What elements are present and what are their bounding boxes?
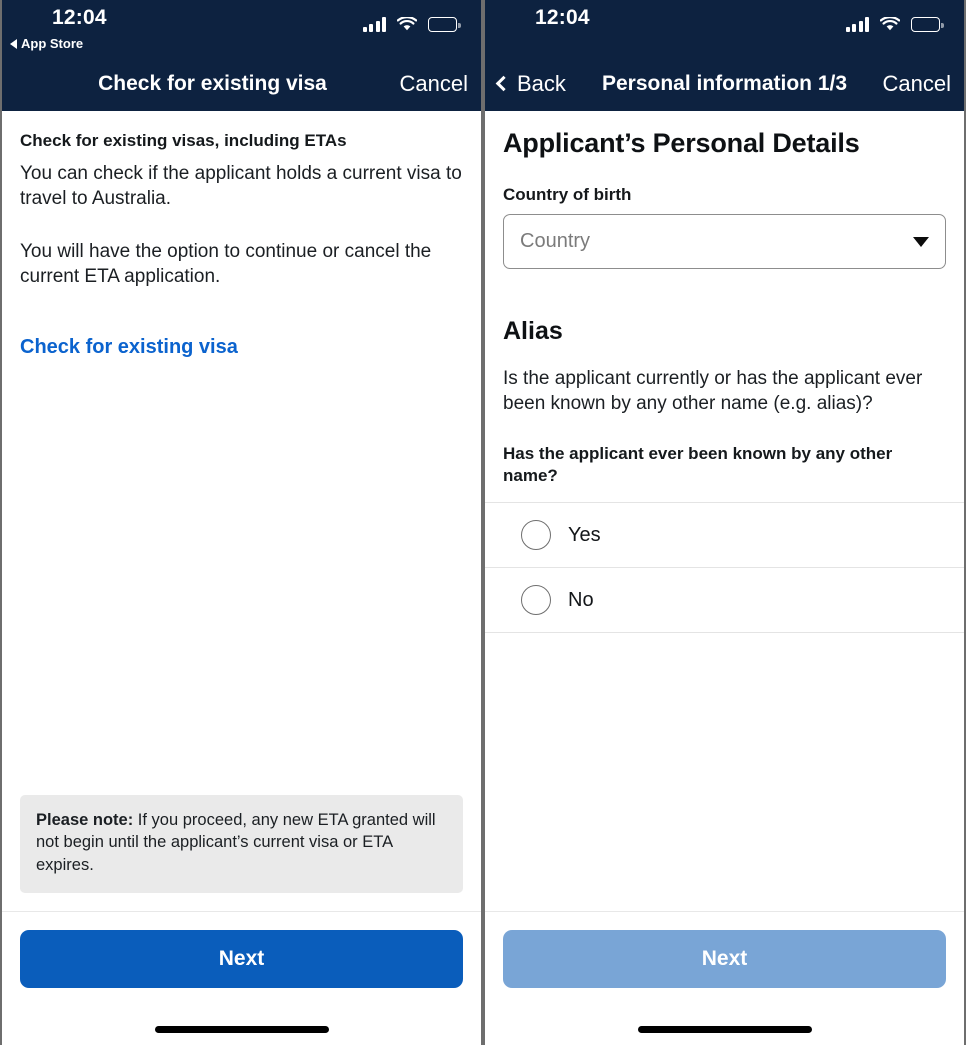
status-bar-back-label: App Store [21,36,84,51]
left-cancel-button[interactable]: Cancel [400,71,468,97]
country-of-birth-select[interactable]: Country [503,214,946,269]
radio-option-yes-label: Yes [568,523,601,546]
left-content-area: Check for existing visas, including ETAs… [2,111,481,911]
check-for-existing-visa-link[interactable]: Check for existing visa [20,336,238,359]
radio-circle-icon [521,585,551,616]
left-phone-screen: 12:04 App Store Check for existing visa … [0,0,483,1045]
right-flex-spacer [485,633,964,911]
radio-option-no-label: No [568,588,594,611]
right-nav-row: Back Personal information 1/3 Cancel [485,56,964,111]
right-cancel-button[interactable]: Cancel [883,71,951,97]
right-content-padding: Applicant’s Personal Details Country of … [485,111,964,502]
status-bar-time: 12:04 [52,6,107,29]
personal-details-heading: Applicant’s Personal Details [503,128,860,158]
cellular-signal-icon [845,17,869,32]
right-next-button[interactable]: Next [503,930,946,988]
please-note-text: Please note: If you proceed, any new ETA… [36,809,447,877]
chevron-left-icon [495,75,512,92]
left-nav-row: Check for existing visa Cancel [2,56,481,111]
home-indicator [637,1026,812,1033]
wifi-icon [880,17,900,31]
radio-circle-icon [521,520,551,551]
left-paragraph-2: You will have the option to continue or … [20,240,432,287]
right-status-bar: 12:04 [485,0,964,56]
country-of-birth-label: Country of birth [503,185,632,204]
back-triangle-icon [10,38,17,49]
status-bar-indicators [362,17,461,32]
alias-heading: Alias [503,317,563,345]
radio-option-yes[interactable]: Yes [485,503,964,568]
left-flex-spacer [2,359,481,795]
home-indicator [154,1026,329,1033]
left-paragraph-1: You can check if the applicant holds a c… [20,163,462,210]
right-navbar: 12:04 Back Personal information 1/3 Canc… [485,0,964,111]
left-content-heading: Check for existing visas, including ETAs [20,131,347,150]
left-navbar: 12:04 App Store Check for existing visa … [2,0,481,111]
please-note-box: Please note: If you proceed, any new ETA… [20,794,463,893]
chevron-down-icon [913,236,929,247]
right-footer: Next [485,911,964,1045]
alias-question-text: Is the applicant currently or has the ap… [503,368,923,415]
left-content-padding: Check for existing visas, including ETAs… [2,111,481,359]
right-phone-screen: 12:04 Back Personal information 1/3 Canc… [483,0,966,1045]
cellular-signal-icon [362,17,386,32]
right-content-area: Applicant’s Personal Details Country of … [485,111,964,911]
radio-option-no[interactable]: No [485,568,964,633]
status-bar-back-to-app[interactable]: App Store [10,36,83,51]
please-note-label: Please note: [36,810,134,829]
back-button-label: Back [517,70,566,96]
left-footer: Next [2,911,481,1045]
battery-icon [911,17,944,32]
battery-icon [428,17,461,32]
left-next-button[interactable]: Next [20,930,463,988]
back-button[interactable]: Back [495,70,566,97]
status-bar-time: 12:04 [535,6,590,29]
alias-prompt-text: Has the applicant ever been known by any… [503,443,893,486]
country-of-birth-placeholder: Country [520,230,591,252]
status-bar-indicators [845,17,944,32]
left-status-bar: 12:04 App Store [2,0,481,56]
dual-screenshot-stage: 12:04 App Store Check for existing visa … [0,0,966,1045]
wifi-icon [397,17,417,31]
